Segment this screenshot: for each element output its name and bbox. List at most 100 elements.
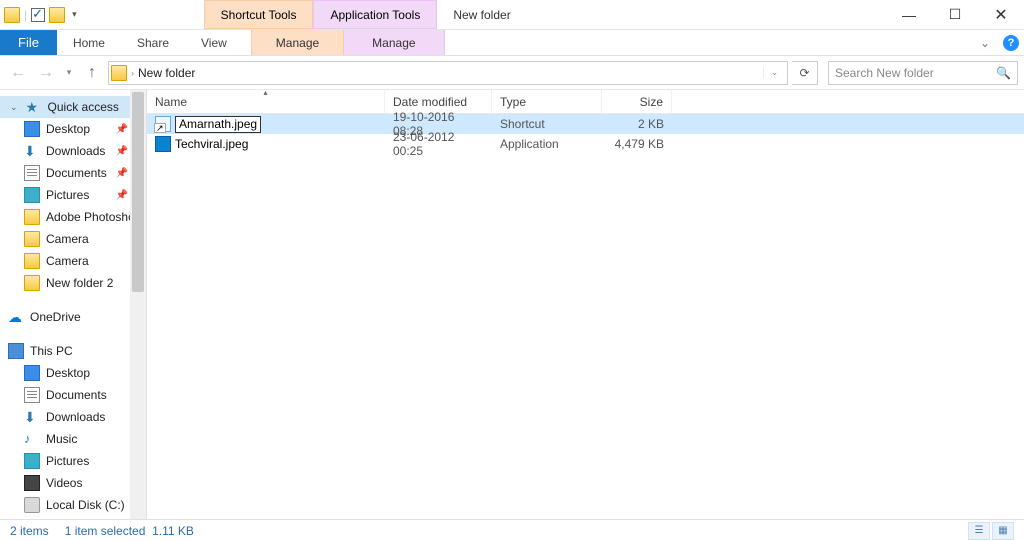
column-label: Size	[640, 95, 663, 109]
column-size[interactable]: Size	[602, 90, 672, 113]
status-bar: 2 items 1 item selected 1.11 KB ☰ ▦	[0, 519, 1024, 541]
sidebar-item-label: Camera	[46, 232, 89, 246]
sidebar-item-pc-documents[interactable]: Documents	[0, 384, 146, 406]
column-date[interactable]: Date modified	[385, 90, 492, 113]
music-icon: ♪	[24, 431, 40, 447]
new-folder-icon[interactable]	[49, 7, 65, 23]
up-button[interactable]: ↑	[80, 61, 104, 85]
sidebar-item-desktop[interactable]: Desktop 📌	[0, 118, 146, 140]
desktop-icon	[24, 121, 40, 137]
sidebar-item-camera[interactable]: Camera	[0, 250, 146, 272]
column-label: Name	[155, 95, 187, 109]
sidebar-item-label: Documents	[46, 388, 107, 402]
properties-icon[interactable]	[31, 8, 45, 22]
downloads-icon: ⬇	[24, 143, 40, 159]
sidebar-item-label: Camera	[46, 254, 89, 268]
close-button[interactable]: ✕	[978, 0, 1024, 29]
qat-dropdown-icon[interactable]: ▾	[69, 9, 80, 20]
maximize-button[interactable]: ☐	[932, 0, 978, 29]
sidebar-item-pc-desktop[interactable]: Desktop	[0, 362, 146, 384]
sidebar-item-camera[interactable]: Camera	[0, 228, 146, 250]
address-dropdown-icon[interactable]: ⌄	[763, 67, 785, 78]
qat-separator: |	[24, 8, 27, 22]
chevron-down-icon[interactable]: ⌄	[10, 102, 18, 113]
back-button[interactable]: ←	[6, 61, 30, 85]
sidebar-item-pc-music[interactable]: ♪Music	[0, 428, 146, 450]
manage-shortcut-tab[interactable]: Manage	[251, 30, 344, 55]
column-label: Date modified	[393, 95, 467, 109]
navigation-pane: ⌄ ★ Quick access Desktop 📌 ⬇ Downloads 📌 Do…	[0, 90, 147, 519]
sidebar-item-label: Downloads	[46, 410, 105, 424]
file-name-cell[interactable]: Techviral.jpeg	[147, 136, 385, 152]
share-tab[interactable]: Share	[121, 30, 185, 55]
sidebar-item-label: New folder 2	[46, 276, 113, 290]
pin-icon: 📌	[116, 168, 128, 179]
status-selected: 1 item selected 1.11 KB	[65, 524, 194, 538]
contextual-tab-shortcut[interactable]: Shortcut Tools	[204, 0, 314, 29]
pictures-icon	[24, 453, 40, 469]
navigation-bar: ← → ▾ ↑ › New folder ⌄ ⟳ Search New fold…	[0, 56, 1024, 90]
sidebar-item-documents[interactable]: Documents📌	[0, 162, 146, 184]
sidebar-item-pc-downloads[interactable]: ⬇ Downloads	[0, 406, 146, 428]
file-size-cell: 4,479 KB	[602, 137, 672, 151]
sidebar-scrollbar[interactable]	[130, 90, 146, 519]
details-view-button[interactable]: ☰	[968, 522, 990, 540]
sidebar-item-localdisk[interactable]: Local Disk (C:)	[0, 494, 146, 516]
titlebar: | ▾ Shortcut Tools Application Tools New…	[0, 0, 1024, 30]
icons-view-button[interactable]: ▦	[992, 522, 1014, 540]
contextual-tab-application[interactable]: Application Tools	[313, 0, 437, 29]
scrollbar-thumb[interactable]	[132, 92, 144, 292]
folder-icon	[24, 231, 40, 247]
sidebar-item-label: Desktop	[46, 366, 90, 380]
manage-app-tab[interactable]: Manage	[344, 30, 444, 55]
address-bar[interactable]: › New folder ⌄	[108, 61, 788, 85]
help-button[interactable]: ?	[998, 30, 1024, 55]
downloads-icon: ⬇	[24, 409, 40, 425]
sidebar-item-pc-videos[interactable]: Videos	[0, 472, 146, 494]
window-title: New folder	[437, 0, 526, 29]
sidebar-item-label: Desktop	[46, 122, 90, 136]
sidebar-item-downloads[interactable]: ⬇ Downloads 📌	[0, 140, 146, 162]
file-row[interactable]: Techviral.jpeg23-06-2012 00:25Applicatio…	[147, 134, 1024, 154]
minimize-button[interactable]: —	[886, 0, 932, 29]
rename-input[interactable]: Amarnath.jpeg	[175, 116, 261, 133]
folder-icon[interactable]	[4, 7, 20, 23]
pin-icon: 📌	[116, 124, 128, 135]
search-input[interactable]: Search New folder 🔍	[828, 61, 1018, 85]
history-dropdown-icon[interactable]: ▾	[62, 61, 76, 85]
sidebar-this-pc[interactable]: This PC	[0, 340, 146, 362]
documents-icon	[24, 387, 40, 403]
folder-icon	[24, 253, 40, 269]
sidebar-item-removable[interactable]: Removable Disk⌄	[0, 516, 146, 519]
pin-icon: 📌	[116, 146, 128, 157]
file-name-cell[interactable]: Amarnath.jpeg	[147, 116, 385, 133]
column-type[interactable]: Type	[492, 90, 602, 113]
search-placeholder: Search New folder	[835, 66, 934, 80]
sidebar-quick-access[interactable]: ⌄ ★ Quick access	[0, 96, 146, 118]
sidebar-item-adobe[interactable]: Adobe Photoshop	[0, 206, 146, 228]
ribbon-tabs: File Home Share View Manage Manage ⌄ ?	[0, 30, 1024, 56]
file-rows: Amarnath.jpeg19-10-2016 08:28Shortcut2 K…	[147, 114, 1024, 519]
sidebar-item-newfolder2[interactable]: New folder 2	[0, 272, 146, 294]
sidebar-item-pc-pictures[interactable]: Pictures	[0, 450, 146, 472]
ribbon-expand-icon[interactable]: ⌄	[972, 30, 998, 55]
file-type-cell: Shortcut	[492, 117, 602, 131]
sidebar-item-pictures[interactable]: Pictures📌	[0, 184, 146, 206]
forward-button[interactable]: →	[34, 61, 58, 85]
sidebar-item-label: Local Disk (C:)	[46, 498, 125, 512]
refresh-button[interactable]: ⟳	[792, 61, 818, 85]
file-tab[interactable]: File	[0, 30, 57, 55]
column-name[interactable]: Name▴	[147, 90, 385, 113]
sidebar-onedrive[interactable]: ☁OneDrive	[0, 306, 146, 328]
breadcrumb-current[interactable]: New folder	[138, 66, 195, 80]
breadcrumb-sep-icon[interactable]: ›	[131, 68, 134, 78]
column-label: Type	[500, 95, 526, 109]
column-headers: Name▴ Date modified Type Size	[147, 90, 1024, 114]
file-row[interactable]: Amarnath.jpeg19-10-2016 08:28Shortcut2 K…	[147, 114, 1024, 134]
view-tab[interactable]: View	[185, 30, 243, 55]
pictures-icon	[24, 187, 40, 203]
application-file-icon	[155, 136, 171, 152]
main-area: ⌄ ★ Quick access Desktop 📌 ⬇ Downloads 📌 Do…	[0, 90, 1024, 519]
home-tab[interactable]: Home	[57, 30, 121, 55]
sidebar-item-label: Downloads	[46, 144, 105, 158]
